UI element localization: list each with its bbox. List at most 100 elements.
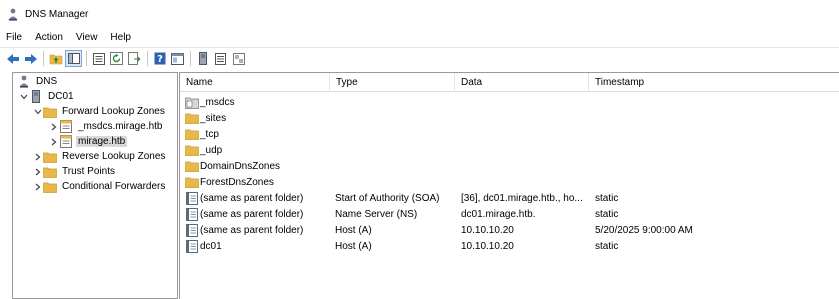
chevron-right-icon[interactable] (49, 119, 59, 134)
list-item[interactable]: _udp (180, 142, 839, 158)
toolbar-separator (43, 51, 44, 66)
export-list-icon[interactable] (126, 50, 143, 67)
toolbar-separator (147, 51, 148, 66)
column-header-data[interactable]: Data (455, 73, 589, 92)
forward-icon[interactable] (22, 50, 39, 67)
up-folder-icon[interactable] (47, 50, 64, 67)
record-name: _sites (200, 112, 227, 124)
menu-bar: File Action View Help (0, 28, 839, 46)
list-item[interactable]: _tcp (180, 126, 839, 142)
record-type: Host (A) (335, 240, 372, 252)
record-data: 10.10.10.20 (461, 224, 514, 236)
record-type (335, 174, 455, 190)
record-timestamp: static (595, 240, 619, 252)
column-header-type[interactable]: Type (330, 73, 455, 92)
chevron-right-icon[interactable] (33, 179, 43, 194)
toolbar: ? (0, 47, 839, 69)
tree-item-reverse-lookup-zones[interactable]: Reverse Lookup Zones (33, 149, 167, 164)
chevron-right-icon[interactable] (33, 164, 43, 179)
tree-item-trust-points[interactable]: Trust Points (33, 164, 117, 179)
column-header-name[interactable]: Name (180, 73, 330, 92)
tree-item-msdcs-zone[interactable]: _msdcs.mirage.htb (49, 119, 164, 134)
properties-icon[interactable] (90, 50, 107, 67)
back-icon[interactable] (4, 50, 21, 67)
dns-manager-app-icon (6, 7, 20, 21)
toolbar-separator (190, 51, 191, 66)
record-name: DomainDnsZones (200, 160, 281, 172)
svg-text:?: ? (157, 54, 163, 65)
folder-icon (43, 180, 57, 194)
chevron-right-icon[interactable] (49, 134, 59, 149)
menu-action[interactable]: Action (35, 32, 63, 43)
toolbar-separator (86, 51, 87, 66)
list-item[interactable]: dc01 Host (A) 10.10.10.20 static (180, 238, 839, 254)
record-icon (185, 191, 199, 205)
record-name: (same as parent folder) (200, 192, 304, 204)
list-icon[interactable] (212, 50, 229, 67)
tree-item-dns[interactable]: DNS (17, 74, 59, 89)
tree-item-label: Trust Points (62, 166, 115, 177)
tree-item-label: DC01 (48, 91, 74, 102)
record-name: _tcp (200, 128, 219, 140)
list-item[interactable]: _msdcs (180, 94, 839, 110)
record-type (335, 126, 455, 142)
folder-icon (43, 150, 57, 164)
record-data (461, 126, 589, 142)
server-icon (29, 90, 43, 104)
chevron-down-icon[interactable] (33, 104, 43, 119)
console-icon[interactable] (169, 50, 186, 67)
column-header-timestamp[interactable]: Timestamp (589, 73, 749, 92)
chevron-right-icon[interactable] (33, 149, 43, 164)
zone-icon[interactable] (230, 50, 247, 67)
folder-icon (185, 159, 199, 173)
title-bar: DNS Manager (0, 0, 839, 28)
record-timestamp (595, 110, 745, 126)
tree-item-dc01[interactable]: DC01 (19, 89, 76, 104)
list-item[interactable]: (same as parent folder) Host (A) 10.10.1… (180, 222, 839, 238)
record-name: _msdcs (200, 96, 235, 108)
list-item[interactable]: ForestDnsZones (180, 174, 839, 190)
zone-icon (59, 120, 73, 134)
record-icon (185, 223, 199, 237)
results-list[interactable]: Name Type Data Timestamp _msdcs _sites _… (179, 72, 839, 299)
tree-item-conditional-forwarders[interactable]: Conditional Forwarders (33, 179, 167, 194)
record-icon (185, 207, 199, 221)
record-data (461, 158, 589, 174)
tree-item-label: _msdcs.mirage.htb (78, 121, 163, 132)
help-icon[interactable]: ? (151, 50, 168, 67)
record-timestamp: 5/20/2025 9:00:00 AM (595, 224, 693, 236)
record-data (461, 110, 589, 126)
folder-icon (43, 165, 57, 179)
list-item[interactable]: (same as parent folder) Name Server (NS)… (180, 206, 839, 222)
folder-icon (185, 127, 199, 141)
chevron-down-icon[interactable] (19, 89, 29, 104)
record-timestamp (595, 158, 745, 174)
record-type (335, 110, 455, 126)
record-timestamp: static (595, 208, 619, 220)
folder-icon (185, 111, 199, 125)
zone-icon (59, 135, 73, 149)
tree-item-mirage-zone[interactable]: mirage.htb (49, 134, 128, 149)
tree-item-label: Conditional Forwarders (62, 181, 166, 192)
tree-item-label: DNS (36, 76, 58, 87)
refresh-icon[interactable] (108, 50, 125, 67)
tree-item-label: Forward Lookup Zones (62, 106, 165, 117)
folder-icon (185, 143, 199, 157)
record-timestamp (595, 94, 745, 110)
record-timestamp: static (595, 192, 619, 204)
tree-item-forward-lookup-zones[interactable]: Forward Lookup Zones (33, 104, 167, 119)
menu-view[interactable]: View (76, 32, 98, 43)
record-data: 10.10.10.20 (461, 240, 514, 252)
list-item[interactable]: DomainDnsZones (180, 158, 839, 174)
tree-item-label: mirage.htb (76, 136, 128, 147)
list-item[interactable]: (same as parent folder) Start of Authori… (180, 190, 839, 206)
menu-file[interactable]: File (6, 32, 22, 43)
menu-help[interactable]: Help (110, 32, 131, 43)
console-tree[interactable]: DNS DC01 Forward Lookup Zones _msdcs.mir… (12, 72, 178, 299)
server-icon[interactable] (194, 50, 211, 67)
show-hide-tree-icon[interactable] (65, 50, 82, 67)
record-data: dc01.mirage.htb. (461, 208, 536, 220)
list-item[interactable]: _sites (180, 110, 839, 126)
folder-icon (43, 105, 57, 119)
record-data (461, 94, 589, 110)
